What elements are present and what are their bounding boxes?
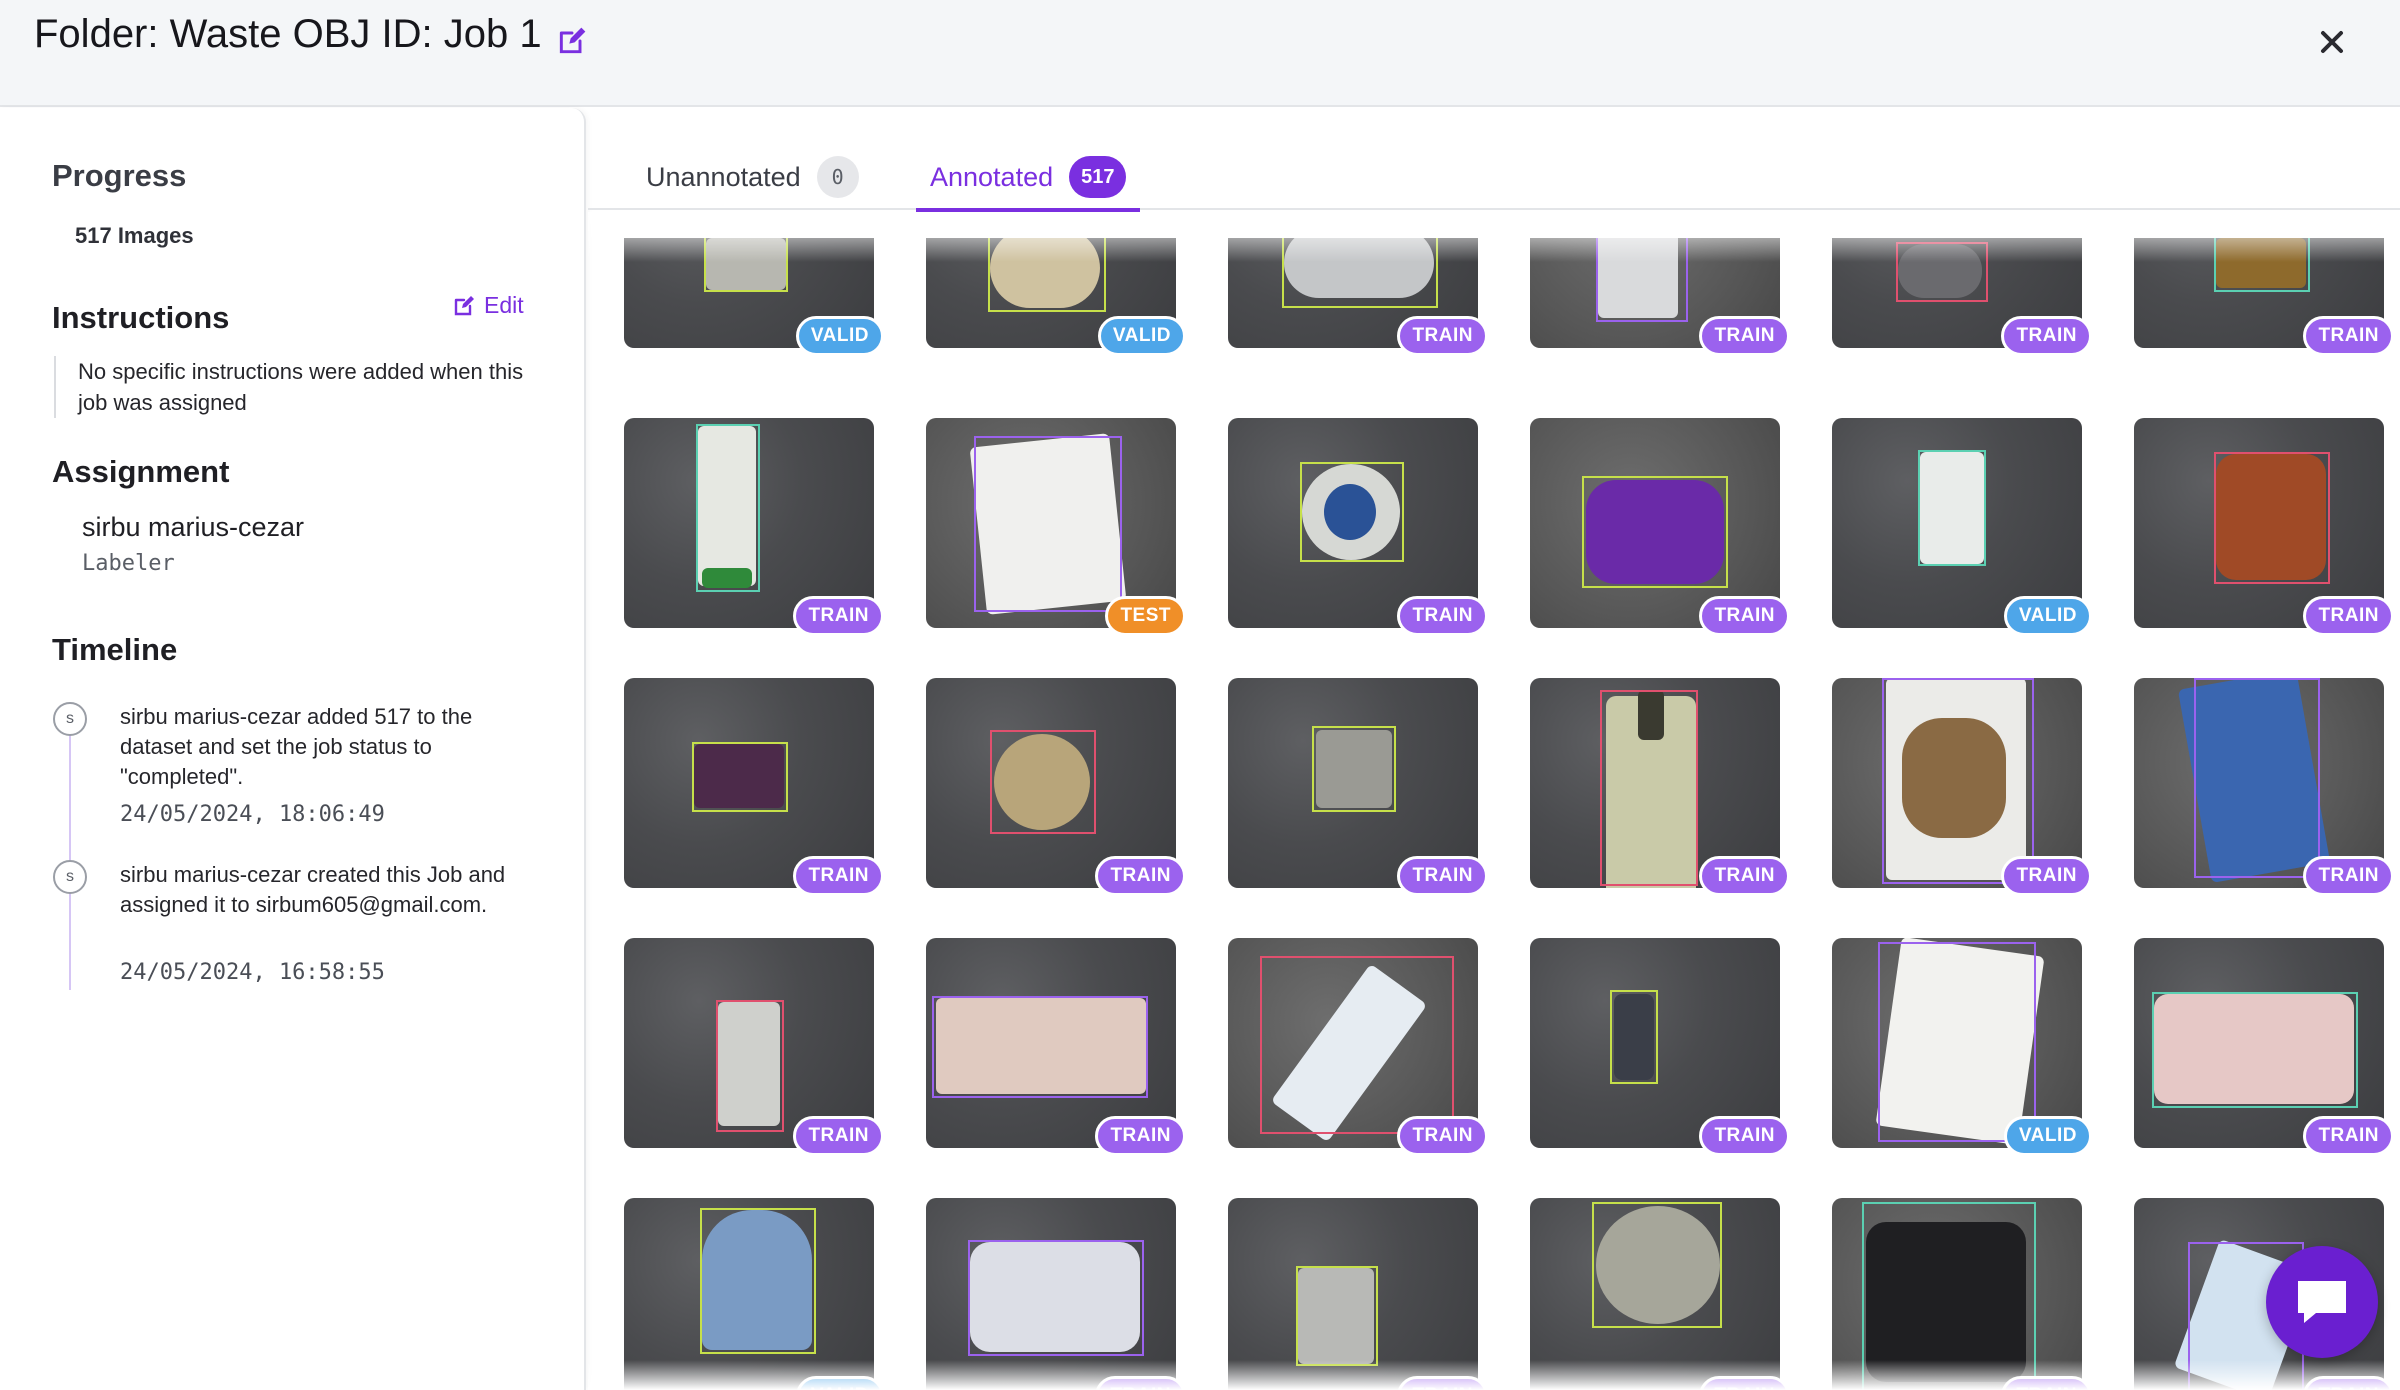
split-badge: VALID [795, 1376, 884, 1390]
tab-count-badge: 0 [816, 156, 859, 198]
split-badge: TRAIN [1699, 596, 1790, 636]
image-thumbnail[interactable]: TRAIN [1832, 1198, 2092, 1390]
image-thumbnail[interactable]: VALID [624, 1198, 884, 1390]
image-thumbnail[interactable]: TRAIN [1530, 678, 1790, 896]
split-badge: TRAIN [1397, 856, 1488, 896]
split-badge: TRAIN [1699, 1116, 1790, 1156]
split-badge: TRAIN [2303, 596, 2394, 636]
image-tabs: Unannotated 0 Annotated 517 [588, 108, 2400, 212]
image-thumbnail[interactable]: TRAIN [1228, 1198, 1488, 1390]
image-thumbnail[interactable]: TRAIN [926, 678, 1186, 896]
tab-unannotated[interactable]: Unannotated 0 [646, 146, 859, 208]
split-badge: TRAIN [2303, 316, 2394, 356]
image-thumbnail[interactable]: VALID [624, 238, 884, 356]
assignee-role: Labeler [82, 551, 175, 576]
split-badge: TRAIN [1397, 1376, 1488, 1390]
image-thumbnail[interactable]: TRAIN [1530, 418, 1790, 636]
assignment-heading: Assignment [52, 454, 230, 489]
assignee-name: sirbu marius-cezar [82, 512, 305, 542]
split-badge: TRAIN [2001, 856, 2092, 896]
modal-header: Folder: Waste OBJ ID: Job 1 [0, 0, 2400, 107]
image-thumbnail[interactable]: TEST [926, 418, 1186, 636]
instructions-heading: Instructions [52, 300, 230, 335]
split-badge: TRAIN [1095, 1116, 1186, 1156]
split-badge: TRAIN [2001, 1376, 2092, 1390]
split-badge: TRAIN [793, 596, 884, 636]
image-thumbnail[interactable]: TRAIN [1228, 938, 1488, 1156]
image-thumbnail[interactable]: TRAIN [1832, 238, 2092, 356]
image-thumbnail[interactable]: TRAIN [1832, 678, 2092, 896]
split-badge: TRAIN [1397, 1116, 1488, 1156]
image-thumbnail[interactable]: TRAIN [624, 418, 884, 636]
timeline-avatar: s [53, 860, 87, 894]
edit-icon [454, 295, 474, 315]
split-badge: VALID [2003, 1116, 2092, 1156]
split-badge: TRAIN [2303, 856, 2394, 896]
split-badge: TRAIN [1095, 856, 1186, 896]
image-thumbnail[interactable]: TRAIN [1228, 418, 1488, 636]
image-thumbnail[interactable]: TRAIN [624, 678, 884, 896]
image-thumbnail[interactable]: TRAIN [2134, 238, 2394, 356]
image-thumbnail[interactable]: TRAIN [926, 938, 1186, 1156]
close-button[interactable] [2312, 22, 2352, 62]
instructions-text: No specific instructions were added when… [54, 356, 524, 418]
image-thumbnail[interactable]: TRAIN [1530, 238, 1790, 356]
image-thumbnail[interactable]: VALID [1832, 418, 2092, 636]
image-thumbnail[interactable]: TRAIN [2134, 678, 2394, 896]
tab-label: Annotated [930, 161, 1054, 192]
edit-title-icon[interactable] [556, 22, 588, 54]
split-badge: VALID [1097, 316, 1186, 356]
edit-label: Edit [484, 292, 524, 318]
split-badge: TRAIN [1699, 1376, 1790, 1390]
edit-instructions-button[interactable]: Edit [452, 292, 524, 319]
image-thumbnail[interactable]: TRAIN [1228, 678, 1488, 896]
chat-support-button[interactable] [2266, 1246, 2378, 1358]
split-badge: TRAIN [1095, 1376, 1186, 1390]
image-thumbnail[interactable]: TRAIN [2134, 938, 2394, 1156]
image-thumbnail[interactable]: VALID [926, 238, 1186, 356]
timeline-event-time: 24/05/2024, 18:06:49 [120, 802, 385, 827]
tab-label: Unannotated [646, 161, 801, 192]
split-badge: TRAIN [2303, 1116, 2394, 1156]
timeline-event-text: sirbu marius-cezar added 517 to the data… [120, 704, 473, 789]
split-badge: VALID [2003, 596, 2092, 636]
split-badge: TRAIN [2001, 316, 2092, 356]
job-sidebar: Progress 517 Images Instructions Edit No… [0, 108, 586, 1390]
image-thumbnail[interactable]: TRAIN [1228, 238, 1488, 356]
split-badge: TEST [1105, 596, 1186, 636]
page-title: Folder: Waste OBJ ID: Job 1 [34, 12, 588, 57]
timeline-heading: Timeline [52, 632, 178, 667]
timeline-line [69, 720, 71, 990]
image-thumbnail[interactable]: TRAIN [1530, 938, 1790, 1156]
close-icon [2321, 31, 2343, 53]
image-thumbnail[interactable]: TRAIN [926, 1198, 1186, 1390]
timeline-event-time: 24/05/2024, 16:58:55 [120, 960, 385, 985]
folder-title-text: Folder: Waste OBJ ID: Job 1 [34, 12, 542, 56]
chat-icon [2298, 1281, 2346, 1323]
image-thumbnail[interactable]: TRAIN [624, 938, 884, 1156]
tab-annotated[interactable]: Annotated 517 [916, 146, 1141, 212]
image-thumbnail[interactable]: TRAIN [1530, 1198, 1790, 1390]
split-badge: TRAIN [1699, 316, 1790, 356]
timeline-avatar: s [53, 702, 87, 736]
tab-count-badge: 517 [1069, 156, 1127, 198]
image-thumbnail[interactable]: VALID [1832, 938, 2092, 1156]
split-badge: TRAIN [1699, 856, 1790, 896]
progress-heading: Progress [52, 158, 187, 193]
image-thumbnail[interactable]: TRAIN [2134, 418, 2394, 636]
split-badge: TRAIN [793, 1116, 884, 1156]
split-badge: TRAIN [793, 856, 884, 896]
split-badge: TRAIN [2303, 1376, 2394, 1390]
split-badge: VALID [795, 316, 884, 356]
image-grid: VALID VALID TRAIN TRAIN TRAIN TRAIN TRAI… [588, 238, 2400, 1390]
progress-images-count: 517 Images [75, 223, 194, 248]
split-badge: TRAIN [1397, 596, 1488, 636]
split-badge: TRAIN [1397, 316, 1488, 356]
timeline-event-text: sirbu marius-cezar created this Job and … [120, 862, 506, 917]
